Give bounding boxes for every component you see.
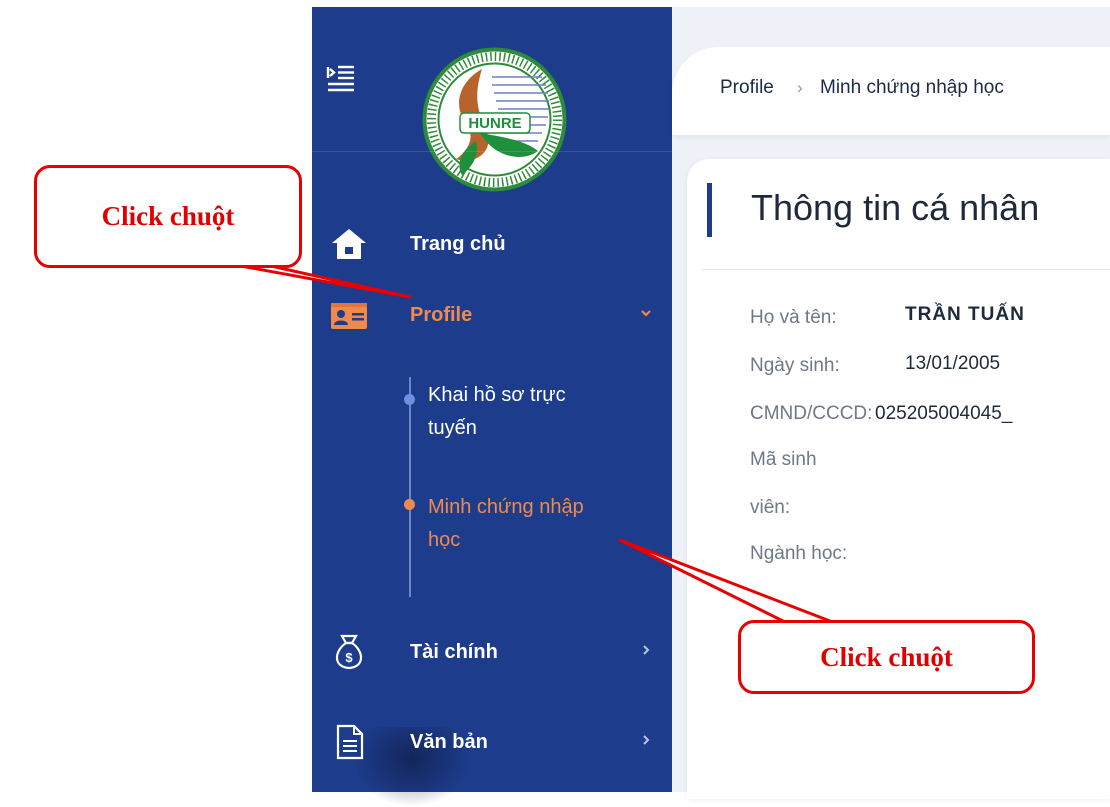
callout-click-minh-chung: Click chuột [738, 620, 1035, 694]
callout-text: Click chuột [101, 201, 235, 231]
callout-text: Click chuột [820, 641, 953, 672]
callout-pointer-bottom [618, 538, 850, 630]
callout-pointer-top [228, 262, 412, 299]
callout-click-profile: Click chuột [34, 165, 302, 268]
